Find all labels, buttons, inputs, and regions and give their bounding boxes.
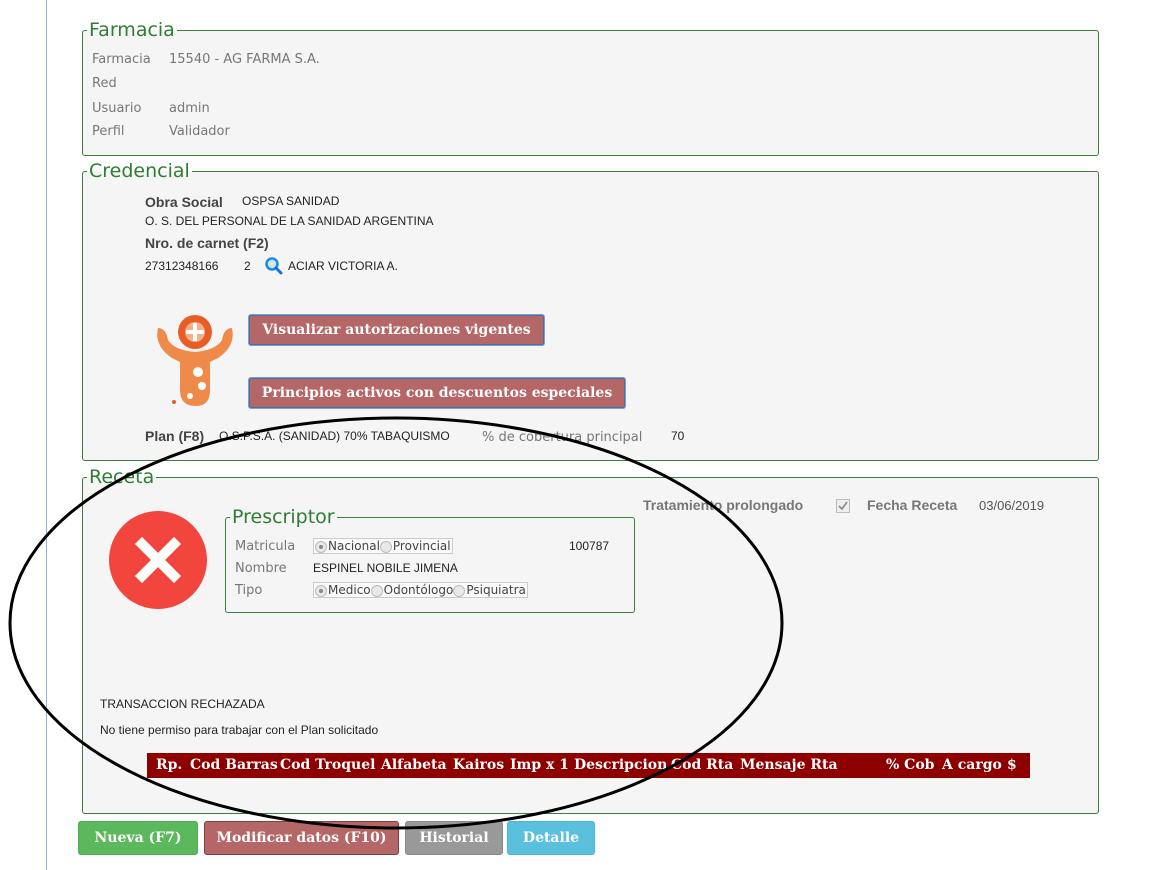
red-label: Red [92,76,117,91]
nombre-label: Nombre [235,561,287,576]
radio-odontologo[interactable] [370,584,383,597]
usuario-value: admin [169,101,210,116]
principios-activos-button[interactable]: Principios activos con descuentos especi… [249,378,625,408]
col-imp-x1: Imp x 1 [510,757,569,773]
detalle-button[interactable]: Detalle [507,821,595,855]
col-rp: Rp. [156,757,183,773]
cobertura-value: 70 [671,429,685,443]
matricula-radio-group: Nacional Provincial [313,538,453,554]
perfil-label: Perfil [92,124,125,139]
tipo-radio-group: Medico Odontólogo Psiquiatra [313,582,528,598]
farmacia-value: 15540 - AG FARMA S.A. [169,52,320,67]
radio-nacional-label: Nacional [328,539,380,553]
col-alfabeta: Alfabeta [381,757,447,773]
receta-legend: Receta [89,466,155,488]
radio-medico-label: Medico [328,583,371,597]
col-descripcion: Descripcion [574,757,668,773]
modificar-datos-button[interactable]: Modificar datos (F10) [204,821,399,855]
radio-medico[interactable] [315,584,327,597]
col-dollar: $ [1007,757,1017,773]
col-cob: % Cob [886,757,935,773]
tipo-label: Tipo [235,583,263,598]
reject-x-icon [108,510,208,610]
fecha-receta-value: 03/06/2019 [979,498,1045,513]
col-mensaje-rta: Mensaje Rta [740,757,838,773]
radio-provincial-label: Provincial [392,539,451,553]
search-icon[interactable] [264,256,284,276]
radio-psiquiatra-label: Psiquiatra [466,583,526,597]
plan-value: O.S.P.S.A. (SANIDAD) 70% TABAQUISMO [219,429,450,443]
carnet-suffix: 2 [244,259,251,273]
col-cod-troquel: Cod Troquel [280,757,376,773]
radio-nacional[interactable] [315,540,327,553]
items-table-header: Rp. Cod Barras Cod Troquel Alfabeta Kair… [147,753,1030,778]
historial-button[interactable]: Historial [405,821,503,855]
matricula-label: Matricula [235,539,296,554]
farmacia-legend: Farmacia [89,19,175,41]
col-a-cargo: A cargo [942,757,1002,773]
status-title: TRANSACCION RECHAZADA [100,697,265,711]
usuario-label: Usuario [92,101,142,116]
page-left-border [46,0,47,870]
radio-odontologo-label: Odontólogo [383,583,454,597]
tratamiento-prolongado-label: Tratamiento prolongado [643,497,804,513]
plan-label: Plan (F8) [145,428,205,444]
perfil-value: Validador [169,124,230,139]
col-cod-rta: Cod Rta [671,757,734,773]
checkbox-checked-icon[interactable] [836,499,850,513]
carnet-label: Nro. de carnet (F2) [145,235,269,251]
afiliado-name: ACIAR VICTORIA A. [288,259,398,273]
obra-social-label: Obra Social [145,194,223,210]
nombre-value: ESPINEL NOBILE JIMENA [313,561,458,575]
visualizar-autorizaciones-button[interactable]: Visualizar autorizaciones vigentes [249,315,544,345]
farmacia-panel: Farmacia [82,20,1099,156]
prescriptor-legend: Prescriptor [232,506,335,528]
status-message: No tiene permiso para trabajar con el Pl… [100,723,379,737]
carnet-number: 27312348166 [145,259,219,273]
col-kairos: Kairos [453,757,505,773]
radio-psiquiatra[interactable] [453,584,466,597]
pharmacy-mascot-icon [150,310,240,410]
matricula-value: 100787 [569,539,610,553]
obra-social-full-name: O. S. DEL PERSONAL DE LA SANIDAD ARGENTI… [145,214,434,228]
obra-social-value: OSPSA SANIDAD [242,194,340,208]
col-cod-barras: Cod Barras [190,757,278,773]
farmacia-label: Farmacia [92,52,151,67]
fecha-receta-label: Fecha Receta [867,497,958,513]
radio-provincial[interactable] [379,540,392,553]
nueva-button[interactable]: Nueva (F7) [78,821,198,855]
cobertura-label: % de cobertura principal [482,430,643,445]
credencial-legend: Credencial [89,160,190,182]
